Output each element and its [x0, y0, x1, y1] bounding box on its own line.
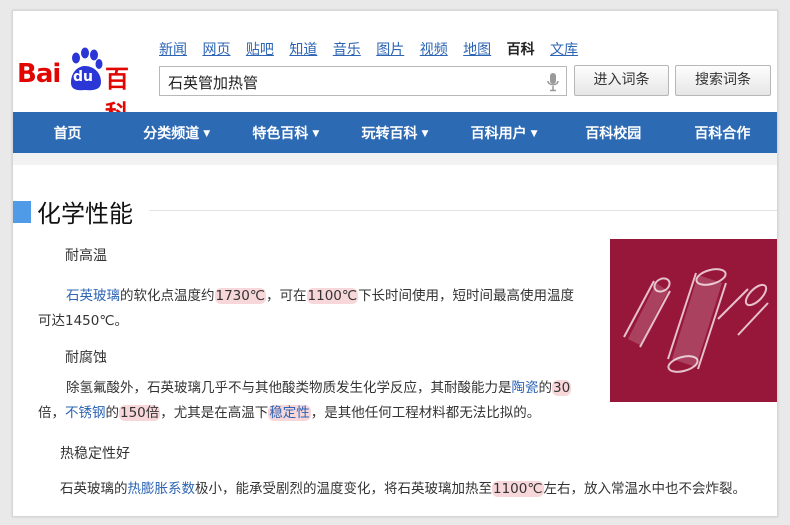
nav-divider — [13, 153, 777, 165]
product-nav-item[interactable]: 贴吧 — [246, 42, 274, 58]
subheading-heat: 耐高温 — [65, 248, 107, 264]
text-segment: 倍， — [38, 405, 65, 421]
link-stability[interactable]: 稳定性 — [268, 405, 311, 421]
highlight-term: 30 — [552, 380, 572, 396]
section-marker-icon — [13, 201, 31, 223]
enter-entry-button[interactable]: 进入词条 — [574, 65, 669, 96]
main-nav-item-home[interactable]: 首页 — [13, 123, 122, 143]
search-input[interactable] — [166, 68, 540, 96]
main-nav-label: 百科合作 — [694, 125, 751, 142]
text-segment: 除氢氟酸外，石英玻璃几乎不与其他酸类物质发生化学反应，其耐酸能力是 — [66, 380, 512, 396]
quartz-tubes-image[interactable] — [610, 239, 777, 402]
caret-down-icon: ▼ — [312, 128, 320, 139]
quartz-tubes-illustration — [610, 239, 777, 402]
text-segment: 下长时间使用，短时间最高使用温度 — [358, 288, 575, 304]
main-nav-label: 特色百科 — [252, 125, 309, 142]
product-nav-item-active[interactable]: 百科 — [507, 42, 535, 58]
main-nav-label: 百科校园 — [585, 125, 642, 142]
main-nav: 首页 分类频道 ▼ 特色百科 ▼ 玩转百科 ▼ 百科用户 ▼ 百科校园 百科合作 — [13, 112, 777, 153]
microphone-icon[interactable] — [546, 72, 560, 92]
highlight-term: 1100℃ — [306, 288, 359, 304]
product-nav-item[interactable]: 音乐 — [333, 42, 361, 58]
section-title: 化学性能 — [37, 200, 133, 228]
main-nav-label: 首页 — [53, 125, 82, 142]
text-segment: ，尤其是在高温下 — [160, 405, 269, 421]
search-box — [159, 66, 567, 96]
link-thermal-expansion[interactable]: 热膨胀系数 — [128, 481, 196, 497]
caret-down-icon: ▼ — [530, 128, 538, 139]
highlight-term: 1100℃ — [492, 481, 544, 497]
link-quartz-glass[interactable]: 石英玻璃 — [66, 288, 120, 304]
main-nav-item-campus[interactable]: 百科校园 — [559, 123, 668, 143]
main-nav-label: 百科用户 — [470, 125, 527, 142]
text-segment: 极小，能承受剧烈的温度变化，将石英玻璃加热至 — [195, 481, 492, 497]
caret-down-icon: ▼ — [203, 128, 211, 139]
product-nav-item[interactable]: 图片 — [376, 42, 404, 58]
product-nav-item[interactable]: 视频 — [420, 42, 448, 58]
logo-text-bai: Bai — [17, 59, 61, 89]
main-nav-item-users[interactable]: 百科用户 ▼ — [450, 123, 559, 143]
text-segment: ，可在 — [266, 288, 307, 304]
text-segment: 的 — [105, 405, 120, 421]
product-nav-item[interactable]: 新闻 — [159, 42, 187, 58]
page-frame: Bai du 百科 新闻 网页 贴吧 知道 音乐 图片 视频 地图 百科 文库 — [12, 10, 778, 517]
subheading-thermal: 热稳定性好 — [60, 446, 130, 462]
text-segment: 的 — [538, 380, 553, 396]
text-segment: 石英玻璃的 — [60, 481, 128, 497]
highlight-term: 150倍 — [119, 405, 161, 421]
link-ceramic[interactable]: 陶瓷 — [512, 380, 539, 396]
subheading-corrosion: 耐腐蚀 — [65, 350, 107, 366]
main-nav-item-featured[interactable]: 特色百科 ▼ — [231, 123, 340, 143]
main-nav-label: 玩转百科 — [361, 125, 418, 142]
text-segment: 左右，放入常温水中也不会炸裂。 — [543, 481, 747, 497]
link-stainless-steel[interactable]: 不锈钢 — [65, 405, 106, 421]
paragraph-heat-line2: 可达1450℃。 — [38, 313, 129, 329]
text-segment: 的软化点温度约 — [120, 288, 215, 304]
product-nav-item[interactable]: 知道 — [289, 42, 317, 58]
paragraph-corrosion-line1: 除氢氟酸外，石英玻璃几乎不与其他酸类物质发生化学反应，其耐酸能力是陶瓷的30 — [66, 376, 572, 396]
product-nav-item[interactable]: 文库 — [550, 42, 578, 58]
main-nav-label: 分类频道 — [143, 125, 200, 142]
main-nav-item-categories[interactable]: 分类频道 ▼ — [122, 123, 231, 143]
product-nav-item[interactable]: 网页 — [202, 42, 230, 58]
main-nav-item-play[interactable]: 玩转百科 ▼ — [340, 123, 449, 143]
product-nav-item[interactable]: 地图 — [463, 42, 491, 58]
logo-text-du: du — [73, 69, 93, 85]
product-nav: 新闻 网页 贴吧 知道 音乐 图片 视频 地图 百科 文库 — [159, 39, 589, 59]
text-segment: ，是其他任何工程材料都无法比拟的。 — [310, 405, 541, 421]
paragraph-corrosion-line2: 倍，不锈钢的150倍，尤其是在高温下稳定性，是其他任何工程材料都无法比拟的。 — [38, 401, 540, 421]
caret-down-icon: ▼ — [421, 128, 429, 139]
paragraph-thermal-line1: 石英玻璃的热膨胀系数极小，能承受剧烈的温度变化，将石英玻璃加热至1100℃左右，… — [60, 477, 746, 497]
paragraph-heat-line1: 石英玻璃的软化点温度约1730℃，可在1100℃下长时间使用，短时间最高使用温度 — [66, 284, 574, 304]
search-entry-button[interactable]: 搜索词条 — [675, 65, 771, 96]
section-divider — [149, 210, 777, 211]
main-nav-item-cooperation[interactable]: 百科合作 — [668, 123, 777, 143]
highlight-term: 1730℃ — [214, 288, 267, 304]
